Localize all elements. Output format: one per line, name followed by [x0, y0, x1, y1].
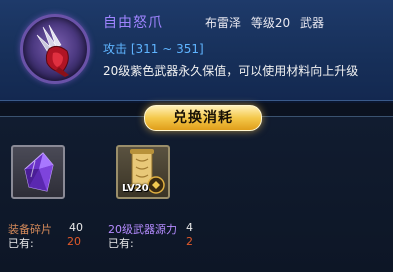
item-meta: 布雷泽 等级20 武器	[205, 14, 330, 31]
level-badge: LV20	[122, 183, 149, 194]
item-type: 武器	[299, 16, 324, 30]
item-attack: 攻击 [311 ~ 351]	[103, 42, 204, 56]
exchange-cost-title: 兑换消耗	[144, 105, 262, 131]
material-slot-weapon-source[interactable]: LV20	[116, 145, 170, 199]
claw-weapon-icon[interactable]	[20, 14, 90, 84]
owned-label: 已有:	[8, 237, 34, 250]
owned-count: 20	[67, 235, 81, 248]
purple-crystal-icon	[24, 152, 54, 192]
item-info-panel: 自由怒爪 布雷泽 等级20 武器 攻击 [311 ~ 351] 20级紫色武器永…	[0, 0, 393, 103]
material-required-count: 4	[186, 221, 193, 234]
item-description: 20级紫色武器永久保值，可以使用材料向上升级	[103, 64, 359, 78]
claw-weapon-graphic	[36, 24, 69, 77]
material-required-count: 40	[69, 221, 83, 234]
item-level: 等级20	[250, 16, 291, 30]
owned-count: 2	[186, 235, 193, 248]
item-character: 布雷泽	[205, 16, 242, 30]
owned-label: 已有:	[108, 237, 134, 250]
item-name: 自由怒爪	[103, 15, 163, 31]
material-slot-equipment-fragment[interactable]	[11, 145, 65, 199]
